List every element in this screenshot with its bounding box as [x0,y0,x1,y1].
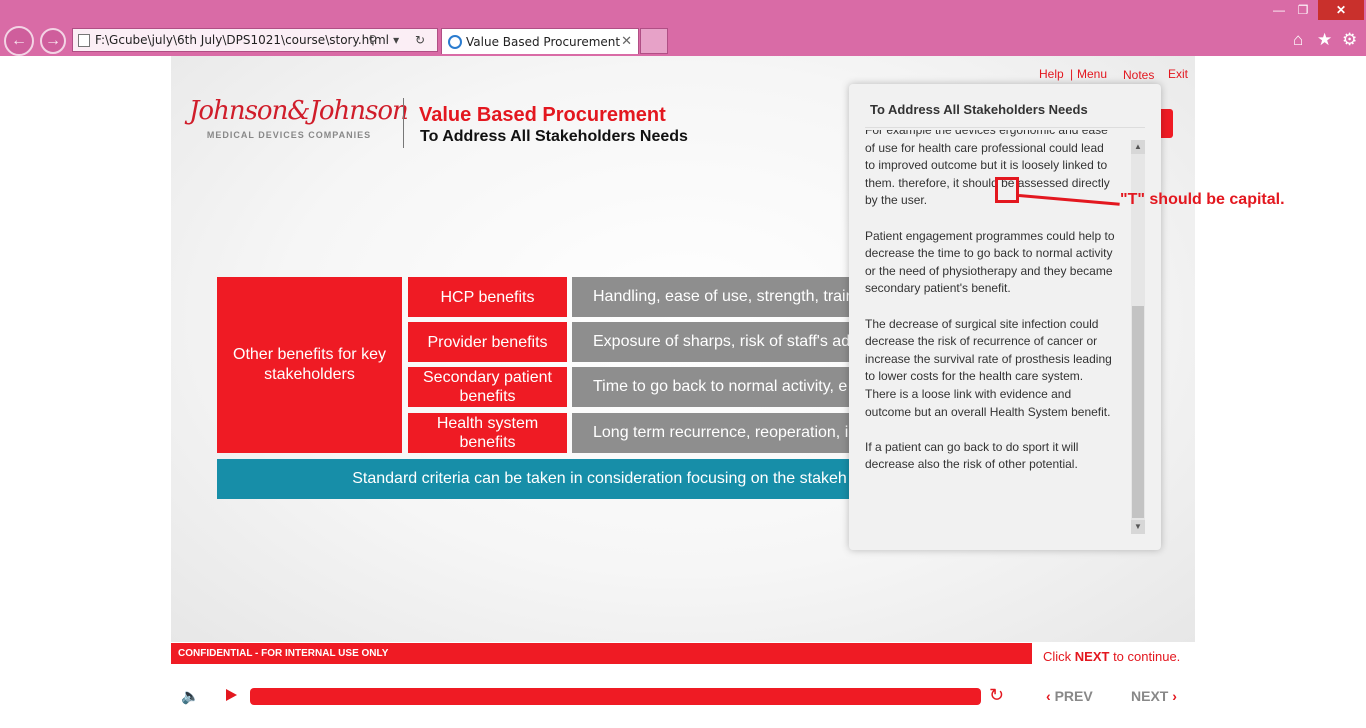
back-icon[interactable]: ← [4,26,34,56]
next-label: NEXT [1131,688,1169,704]
next-button[interactable]: NEXT › [1131,688,1177,704]
play-icon[interactable] [226,689,237,701]
confidential-bar: CONFIDENTIAL - FOR INTERNAL USE ONLY [171,643,1032,664]
secondary-patient-benefits-detail: Time to go back to normal activity, e [572,367,862,407]
maximize-icon[interactable]: ❐ [1292,0,1314,20]
annotation-text: "T" should be capital. [1120,191,1285,208]
prev-button[interactable]: ‹ PREV [1046,688,1093,704]
logo-subtitle: MEDICAL DEVICES COMPANIES [206,130,372,140]
link-separator: | [1070,67,1074,81]
close-tab-icon[interactable]: ✕ [621,29,632,55]
health-system-benefits-label: Health system benefits [408,413,567,453]
notes-paragraph: The decrease of surgical site infection … [865,316,1112,419]
notes-body[interactable]: For example the devices ergonomic and ea… [865,130,1115,532]
scroll-up-icon[interactable]: ▲ [1131,140,1145,154]
provider-benefits-detail: Exposure of sharps, risk of staff's adv [572,322,862,362]
page-subtitle: To Address All Stakeholders Needs [420,128,688,145]
standard-criteria-bar: Standard criteria can be taken in consid… [217,459,862,499]
prev-label: PREV [1054,688,1093,704]
header-divider [403,98,404,148]
hcp-benefits-label: HCP benefits [408,277,567,317]
address-tools-icon[interactable]: ⚲ ▾ ↻ [369,29,432,51]
favorites-icon[interactable]: ★ [1317,30,1332,50]
notes-divider [865,127,1145,128]
click-post: to continue. [1109,649,1181,664]
help-link[interactable]: Help [1039,67,1064,81]
browser-chrome: ← → F:\Gcube\july\6th July\DPS1021\cours… [0,0,1366,56]
provider-benefits-label: Provider benefits [408,322,567,362]
click-next-hint: Click NEXT to continue. [1043,649,1180,664]
scroll-thumb[interactable] [1132,306,1144,518]
hcp-benefits-detail: Handling, ease of use, strength, traini [572,277,862,317]
page-title: Value Based Procurement [419,104,666,126]
stakeholders-box: Other benefits for key stakeholders [217,277,402,453]
menu-link[interactable]: Menu [1077,67,1107,81]
ie-icon [448,35,462,49]
annotation-highlight-box [995,177,1019,203]
health-system-benefits-detail: Long term recurrence, reoperation, in [572,413,862,453]
home-icon[interactable]: ⌂ [1293,30,1303,50]
click-pre: Click [1043,649,1075,664]
page-icon [78,34,90,47]
volume-icon[interactable]: 🔈 [181,687,200,705]
forward-icon[interactable]: → [40,28,66,54]
replay-icon[interactable]: ↻ [989,685,1004,706]
notes-panel: To Address All Stakeholders Needs For ex… [849,84,1161,550]
address-text: F:\Gcube\july\6th July\DPS1021\course\st… [95,33,390,47]
close-window-icon[interactable]: ✕ [1318,0,1364,20]
new-tab-button[interactable] [640,28,668,54]
chevron-left-icon: ‹ [1046,688,1055,704]
notes-paragraph: Patient engagement programmes could help… [865,228,1115,296]
notes-paragraph: For example the devices ergonomic and ea… [865,130,1110,208]
click-next-word: NEXT [1074,649,1110,664]
brand-logo: Johnson&Johnson MEDICAL DEVICES COMPANIE… [189,96,409,140]
logo-script: Johnson&Johnson [189,96,409,126]
secondary-patient-benefits-label: Secondary patient benefits [408,367,567,407]
minimize-icon[interactable]: — [1268,0,1290,20]
settings-gear-icon[interactable]: ⚙ [1342,30,1357,50]
notes-heading: To Address All Stakeholders Needs [870,102,1088,117]
scroll-down-icon[interactable]: ▼ [1131,520,1145,534]
tab-title: Value Based Procurement [466,35,621,49]
notes-link[interactable]: Notes [1123,68,1154,82]
address-bar[interactable]: F:\Gcube\july\6th July\DPS1021\course\st… [72,28,438,52]
notes-paragraph: If a patient can go back to do sport it … [865,439,1079,472]
browser-tab[interactable]: Value Based Procurement ✕ [441,28,639,54]
chevron-right-icon: › [1168,688,1177,704]
seekbar[interactable] [250,688,981,705]
exit-link[interactable]: Exit [1168,67,1188,81]
